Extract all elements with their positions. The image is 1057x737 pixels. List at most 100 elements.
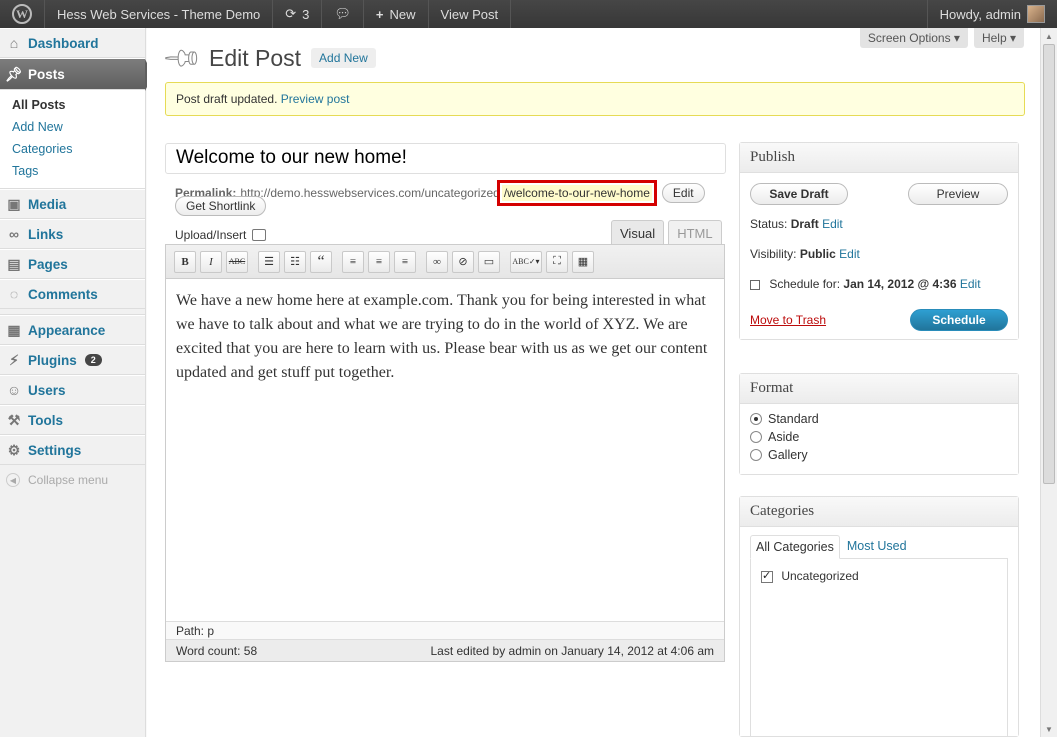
- upload-insert[interactable]: Upload/Insert: [175, 228, 267, 242]
- bold-icon[interactable]: B: [174, 250, 196, 273]
- editor-tabs: Visual HTML: [611, 220, 722, 246]
- editor-status-bar: Word count: 58 Last edited by admin on J…: [166, 639, 724, 661]
- italic-icon[interactable]: I: [200, 250, 222, 273]
- bullet-list-icon[interactable]: ☰: [258, 250, 280, 273]
- format-option-aside[interactable]: Aside: [750, 430, 1008, 444]
- home-icon: ⌂: [9, 35, 19, 51]
- screen-options-button[interactable]: Screen Options ▾: [859, 28, 968, 48]
- site-name-link[interactable]: Hess Web Services - Theme Demo: [45, 0, 274, 28]
- category-tabs: All Categories Most Used: [750, 535, 1008, 559]
- menu-label: Users: [28, 382, 66, 398]
- align-right-icon[interactable]: ≡: [394, 250, 416, 273]
- format-box-title: Format: [740, 374, 1018, 404]
- comments-link[interactable]: 💬︎: [322, 0, 364, 28]
- edit-status-link[interactable]: Edit: [822, 217, 843, 231]
- publish-actions-top: Save Draft Preview: [750, 183, 1008, 205]
- radio-aside[interactable]: [750, 431, 762, 443]
- fullscreen-icon[interactable]: ⛶: [546, 250, 568, 273]
- schedule-button[interactable]: Schedule: [910, 309, 1008, 331]
- pages-icon: ▤: [7, 255, 21, 272]
- add-media-icon[interactable]: [252, 229, 267, 241]
- menu-settings[interactable]: ⚙︎ Settings: [0, 435, 145, 465]
- menu-tools[interactable]: ⚒︎ Tools: [0, 405, 145, 435]
- submenu-add-new[interactable]: Add New: [0, 116, 145, 138]
- wp-logo-menu[interactable]: W: [0, 0, 45, 28]
- my-account-menu[interactable]: Howdy, admin: [926, 0, 1057, 28]
- new-content-link[interactable]: + New: [364, 0, 429, 28]
- align-center-icon[interactable]: ≡: [368, 250, 390, 273]
- submenu-all-posts[interactable]: All Posts: [0, 94, 145, 116]
- align-left-icon[interactable]: ≡: [342, 250, 364, 273]
- more-tag-icon[interactable]: ▭: [478, 250, 500, 273]
- updates-link[interactable]: ⟳ 3: [273, 0, 323, 28]
- collapse-menu[interactable]: ◀ Collapse menu: [0, 465, 145, 495]
- menu-appearance[interactable]: ▦ Appearance: [0, 315, 145, 345]
- format-box-body: Standard Aside Gallery: [740, 404, 1018, 474]
- tab-visual[interactable]: Visual: [611, 220, 665, 246]
- path-label: Path:: [176, 624, 205, 638]
- menu-label: Pages: [28, 256, 68, 272]
- category-checkbox[interactable]: [761, 569, 773, 583]
- menu-comments[interactable]: ◌ Comments: [0, 279, 145, 309]
- plus-icon: +: [375, 6, 384, 22]
- link-icon[interactable]: ∞: [426, 250, 448, 273]
- wrench-icon: ⚒︎: [7, 411, 21, 428]
- tab-all-categories[interactable]: All Categories: [750, 535, 840, 559]
- visibility-label: Visibility:: [750, 247, 797, 261]
- numbered-list-icon[interactable]: ☷: [284, 250, 306, 273]
- get-shortlink-button[interactable]: Get Shortlink: [175, 196, 267, 216]
- tab-html[interactable]: HTML: [668, 220, 722, 246]
- post-title-input[interactable]: Welcome to our new home!: [165, 143, 726, 174]
- shortlink-wrap: Get Shortlink: [175, 196, 267, 216]
- format-option-gallery[interactable]: Gallery: [750, 448, 1008, 462]
- scroll-up-icon[interactable]: ▲: [1041, 28, 1057, 44]
- menu-pages[interactable]: ▤ Pages: [0, 249, 145, 279]
- plugins-update-badge: 2: [84, 354, 102, 366]
- vertical-scrollbar[interactable]: ▲ ▼: [1040, 28, 1057, 737]
- blockquote-icon[interactable]: “: [310, 250, 332, 273]
- unlink-icon[interactable]: ⊘: [452, 250, 474, 273]
- menu-media[interactable]: ▣ Media: [0, 189, 145, 219]
- menu-plugins[interactable]: ⚡︎ Plugins 2: [0, 345, 145, 375]
- publish-box: Publish Save Draft Preview Status: Draft…: [739, 142, 1019, 340]
- categories-box: Categories All Categories Most Used Unca…: [739, 496, 1019, 737]
- help-button[interactable]: Help ▾: [973, 28, 1024, 48]
- refresh-icon: ⟳: [285, 6, 297, 21]
- save-draft-button[interactable]: Save Draft: [750, 183, 848, 205]
- editor-content[interactable]: We have a new home here at example.com. …: [166, 279, 724, 609]
- edit-visibility-link[interactable]: Edit: [839, 247, 860, 261]
- schedule-row: Schedule for: Jan 14, 2012 @ 4:36 Edit: [750, 277, 1008, 291]
- menu-dashboard[interactable]: ⌂ Dashboard: [0, 28, 145, 58]
- edit-permalink-button[interactable]: Edit: [661, 183, 705, 203]
- menu-users[interactable]: ☺︎ Users: [0, 375, 145, 405]
- preview-button[interactable]: Preview: [908, 183, 1008, 205]
- radio-standard[interactable]: [750, 413, 762, 425]
- spellcheck-icon[interactable]: ABC✓▾: [510, 250, 542, 273]
- edit-schedule-link[interactable]: Edit: [960, 277, 981, 291]
- scrollbar-thumb[interactable]: [1043, 44, 1055, 484]
- media-icon: ▣: [7, 195, 21, 212]
- submenu-categories[interactable]: Categories: [0, 138, 145, 160]
- preview-post-link[interactable]: Preview post: [281, 92, 350, 106]
- screen-meta-links: Screen Options ▾ Help ▾: [859, 28, 1024, 48]
- notice-text: Post draft updated.: [176, 92, 278, 106]
- tab-most-used[interactable]: Most Used: [842, 535, 912, 559]
- format-option-standard[interactable]: Standard: [750, 412, 1008, 426]
- kitchen-sink-icon[interactable]: ▦: [572, 250, 594, 273]
- menu-posts[interactable]: 📌︎ Posts: [0, 58, 153, 91]
- menu-links[interactable]: ∞ Links: [0, 219, 145, 249]
- move-to-trash-link[interactable]: Move to Trash: [750, 313, 826, 327]
- scroll-down-icon[interactable]: ▼: [1041, 721, 1057, 737]
- submenu-tags[interactable]: Tags: [0, 160, 145, 182]
- format-box: Format Standard Aside Gallery: [739, 373, 1019, 475]
- posts-submenu: All Posts Add New Categories Tags: [0, 90, 145, 189]
- strikethrough-icon[interactable]: ABC: [226, 250, 248, 273]
- category-item[interactable]: Uncategorized: [761, 569, 997, 583]
- comment-icon: ◌: [9, 286, 19, 302]
- permalink-slug[interactable]: /welcome-to-our-new-home: [496, 180, 657, 206]
- format-label: Gallery: [768, 448, 808, 462]
- radio-gallery[interactable]: [750, 449, 762, 461]
- add-new-button[interactable]: Add New: [311, 48, 376, 68]
- status-value: Draft: [790, 217, 819, 231]
- view-post-link[interactable]: View Post: [429, 0, 512, 28]
